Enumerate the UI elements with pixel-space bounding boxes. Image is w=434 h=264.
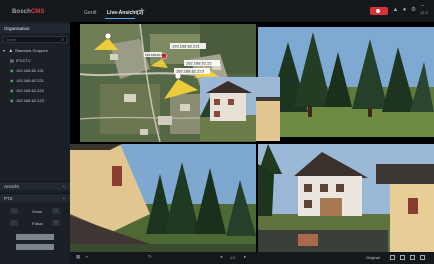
focus-far-button[interactable]: + [52, 220, 60, 226]
chevron-down-icon: ⌄ [61, 183, 66, 189]
section-ptz[interactable]: PTZ ⌄ [0, 193, 70, 202]
camera-icon: ◉ [10, 68, 14, 73]
left-panel: Organisation Suche ⌕ ▾ ♟ Standard Gruppen … [0, 22, 70, 264]
zoom-in-button[interactable]: + [52, 208, 60, 214]
clock: 12:3 [420, 10, 428, 15]
focus-near-button[interactable]: − [10, 220, 18, 226]
active-tab-indicator [105, 18, 135, 19]
camera-view-5[interactable] [258, 144, 434, 252]
map-label-4: 192.168.62.223 [176, 69, 205, 74]
prev-page-icon[interactable]: ◂ [220, 254, 222, 260]
layout-2x2-icon[interactable] [400, 255, 405, 260]
camera-view-3[interactable] [200, 77, 280, 141]
search-placeholder: Suche [6, 38, 16, 42]
video-grid: 192.168.62.221 192.168.62.131 192.168.62… [70, 22, 434, 252]
tree-item-camera-223[interactable]: ◉ 192.168.62.223 [10, 98, 44, 103]
page-indicator: 1/1 [230, 255, 236, 260]
organisation-header[interactable]: Organisation [0, 24, 70, 33]
tree-item-camera-221[interactable]: ◉ 192.168.62.221 [10, 78, 44, 83]
search-input[interactable]: Suche ⌕ [3, 36, 67, 43]
zoom-label: Zoom [32, 209, 43, 214]
organisation-title: Organisation [4, 26, 30, 31]
tree-item-ipcctv[interactable]: ▤ IPCCTV [10, 58, 31, 63]
camera-view-4[interactable] [70, 144, 256, 252]
camera-icon: ◉ [10, 98, 14, 103]
tree-item-camera-131[interactable]: ◉ 192.168.62.131 [10, 68, 44, 73]
expand-icon[interactable]: ▾ [3, 48, 8, 53]
window-controls-icon[interactable]: – [419, 3, 426, 10]
tree-root[interactable]: ▾ ♟ Standard Gruppen [3, 48, 48, 53]
record-indicator-icon[interactable] [370, 7, 388, 15]
stream-select[interactable]: ▾ [86, 255, 88, 259]
zoom-out-button[interactable]: − [10, 208, 18, 214]
alarm-icon[interactable]: ▲ [392, 7, 399, 14]
layout-1x1-icon[interactable] [390, 255, 395, 260]
map-label-1: 192.168.62.221 [172, 44, 201, 49]
search-icon[interactable]: ⌕ [61, 37, 64, 43]
settings-icon[interactable]: ⚙ [410, 7, 417, 14]
map-camera-icon[interactable] [104, 32, 112, 40]
camera-icon: ◉ [10, 88, 14, 93]
next-page-icon[interactable]: ▸ [244, 254, 246, 260]
app-logo: BoschCMS [12, 9, 45, 15]
focus-label: Fokus [32, 221, 43, 226]
group-icon: ▤ [10, 58, 14, 63]
fullscreen-icon[interactable] [420, 255, 425, 260]
tab-device[interactable]: Gerät [84, 10, 97, 16]
aspect-mode-select[interactable]: Original [366, 255, 380, 260]
group-root-icon: ♟ [9, 48, 13, 53]
ptz-tour-button[interactable] [16, 244, 54, 250]
refresh-icon[interactable]: ↻ [148, 254, 152, 260]
chevron-down-icon: ⌄ [61, 195, 66, 201]
camera-view-2[interactable] [258, 27, 434, 137]
user-icon[interactable]: ● [401, 7, 408, 14]
layout-3x3-icon[interactable] [410, 255, 415, 260]
section-view[interactable]: Ansicht ⌄ [0, 181, 70, 190]
layout-icon[interactable]: ▦ [76, 254, 80, 260]
tree-item-camera-222[interactable]: ◉ 192.168.62.222 [10, 88, 44, 93]
tab-live-view[interactable]: Live-Ansicht(1) [107, 10, 143, 16]
map-label-2: 192.168.62.131 [145, 53, 166, 57]
add-tab-button[interactable]: + [139, 6, 145, 17]
bottom-toolbar: ▦ ▾ ↻ ◂ 1/1 ▸ Original [70, 252, 434, 264]
map-label-3: 192.168.62.22 [186, 61, 212, 66]
top-bar: BoschCMS Gerät Live-Ansicht(1) + ▲ ● ⚙ –… [0, 0, 434, 22]
camera-icon: ◉ [10, 78, 14, 83]
ptz-preset-button[interactable] [16, 234, 54, 240]
